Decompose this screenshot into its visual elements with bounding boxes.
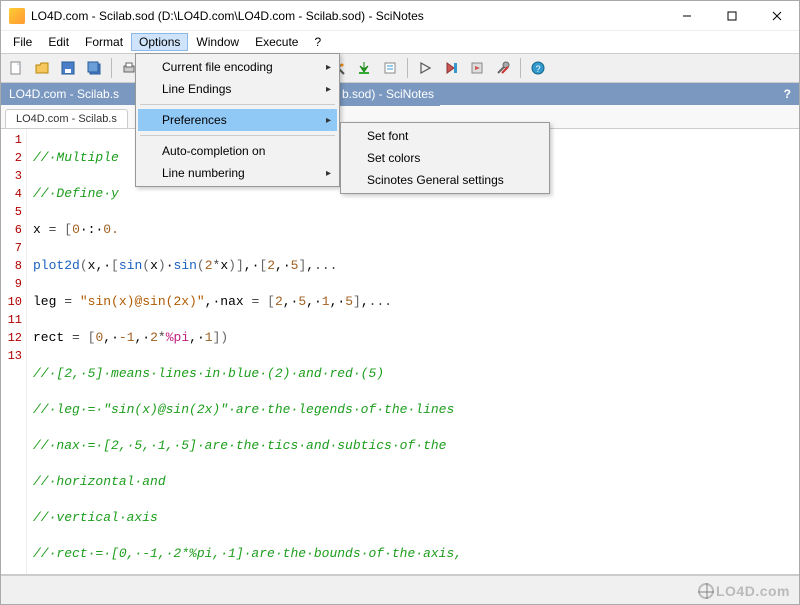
save-all-icon[interactable] [83, 57, 105, 79]
goto-icon[interactable] [379, 57, 401, 79]
download-icon[interactable] [353, 57, 375, 79]
editor[interactable]: 1 2 3 4 5 6 7 8 9 10 11 12 13 //·Multipl… [1, 129, 799, 574]
window-title: LO4D.com - Scilab.sod (D:\LO4D.com\LO4D.… [31, 9, 664, 23]
status-bar [1, 574, 799, 604]
options-dropdown: Current file encoding▸ Line Endings▸ Pre… [135, 53, 340, 187]
maximize-button[interactable] [709, 1, 754, 31]
code-content[interactable]: //·Multiple //·Define·y x = [0·:·0. plot… [27, 129, 462, 574]
menu-options[interactable]: Options [131, 33, 188, 51]
open-file-icon[interactable] [31, 57, 53, 79]
menu-auto-completion[interactable]: Auto-completion on [138, 140, 337, 162]
menu-help[interactable]: ? [306, 33, 329, 51]
help-icon[interactable]: ? [527, 57, 549, 79]
toolbar-sep [407, 58, 408, 78]
window-controls [664, 1, 799, 31]
run-icon[interactable] [414, 57, 436, 79]
titlebar: LO4D.com - Scilab.sod (D:\LO4D.com\LO4D.… [1, 1, 799, 31]
menu-format[interactable]: Format [77, 33, 131, 51]
line-number-gutter: 1 2 3 4 5 6 7 8 9 10 11 12 13 [1, 129, 27, 574]
tools-icon[interactable] [492, 57, 514, 79]
app-icon [9, 8, 25, 24]
close-button[interactable] [754, 1, 799, 31]
tab-active[interactable]: LO4D.com - Scilab.s [5, 109, 128, 128]
compile-icon[interactable] [466, 57, 488, 79]
menu-current-file-encoding[interactable]: Current file encoding▸ [138, 56, 337, 78]
submenu-general-settings[interactable]: Scinotes General settings [343, 169, 547, 191]
document-help-icon[interactable]: ? [784, 87, 791, 101]
menu-line-endings[interactable]: Line Endings▸ [138, 78, 337, 100]
toolbar-sep [111, 58, 112, 78]
run-selection-icon[interactable] [440, 57, 462, 79]
new-file-icon[interactable] [5, 57, 27, 79]
menu-window[interactable]: Window [188, 33, 247, 51]
svg-text:?: ? [535, 64, 540, 74]
menu-edit[interactable]: Edit [40, 33, 77, 51]
submenu-set-font[interactable]: Set font [343, 125, 547, 147]
minimize-button[interactable] [664, 1, 709, 31]
menu-line-numbering[interactable]: Line numbering▸ [138, 162, 337, 184]
menu-execute[interactable]: Execute [247, 33, 306, 51]
toolbar-sep [520, 58, 521, 78]
preferences-submenu: Set font Set colors Scinotes General set… [340, 122, 550, 194]
menu-preferences[interactable]: Preferences▸ [138, 109, 337, 131]
menu-separator [140, 135, 335, 136]
save-icon[interactable] [57, 57, 79, 79]
toolbar: ? [1, 53, 799, 83]
menu-file[interactable]: File [5, 33, 40, 51]
document-title-right: b.sod) - SciNotes [340, 84, 440, 106]
submenu-set-colors[interactable]: Set colors [343, 147, 547, 169]
document-title-left: LO4D.com - Scilab.s [9, 87, 119, 101]
menu-separator [140, 104, 335, 105]
menubar: File Edit Format Options Window Execute … [1, 31, 799, 53]
